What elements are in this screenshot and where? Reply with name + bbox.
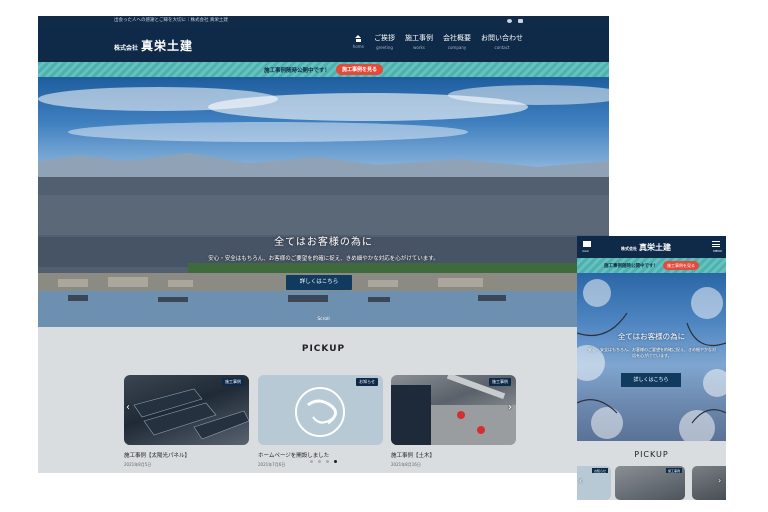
tagline: 出会った人への感謝とご縁を大切に｜株式会社 真栄土建 xyxy=(114,18,228,23)
mobile-announcement-banner: 施工事例随時公開中です！ 施工事例を見る xyxy=(577,258,726,273)
nav-company[interactable]: 会社概要 company xyxy=(443,34,471,50)
site-header: 株式会社 真栄土建 home ご挨拶 greeting 施工事例 works 会… xyxy=(38,26,609,62)
main-nav: home ご挨拶 greeting 施工事例 works 会社概要 compan… xyxy=(353,34,523,50)
mobile-pickup-carousel: お知らせ 施工事例 ‹ › xyxy=(577,466,726,500)
scroll-indicator[interactable]: Scroll xyxy=(38,317,609,322)
nav-works[interactable]: 施工事例 works xyxy=(405,34,433,50)
card-title: 施工事例【太陽光パネル】 xyxy=(124,453,191,459)
mobile-pickup-card[interactable]: 施工事例 xyxy=(615,466,685,500)
hero-section: 全てはお客様の為に 安心・安全はもちろん、お客様のご要望を的確に捉え、きめ細やか… xyxy=(38,77,609,327)
top-bar: 出会った人への感謝とご縁を大切に｜株式会社 真栄土建 xyxy=(38,16,609,26)
desktop-screenshot: 出会った人への感謝とご縁を大切に｜株式会社 真栄土建 株式会社 真栄土建 hom… xyxy=(38,16,609,473)
pickup-card[interactable]: 施工事例 施工事例【太陽光パネル】 2021年8月5日 xyxy=(124,375,249,468)
card-date: 2021年8月5日 xyxy=(124,462,152,467)
mail-icon[interactable] xyxy=(518,19,523,23)
announcement-banner: 施工事例随時公開中です！ 施工事例を見る xyxy=(38,62,609,77)
site-logo[interactable]: 株式会社 真栄土建 xyxy=(114,37,193,54)
carousel-dot[interactable] xyxy=(326,460,329,463)
home-icon xyxy=(354,35,362,42)
mobile-carousel-next-icon[interactable]: › xyxy=(718,476,721,485)
pickup-heading: PICKUP xyxy=(301,344,346,354)
banner-text: 施工事例随時公開中です！ xyxy=(263,67,330,74)
construction-thumbnail: 施工事例 xyxy=(391,375,516,445)
portfolio-mockup: 出会った人への感謝とご縁を大切に｜株式会社 真栄土建 株式会社 真栄土建 hom… xyxy=(0,0,768,512)
pickup-card[interactable]: 施工事例 施工事例【土木】 2021年8月16日 xyxy=(391,375,516,468)
mobile-screenshot: mail 株式会社 真栄土建 MENU 施工事例随時公開中です！ 施工事例を見る xyxy=(577,236,726,500)
mobile-header: mail 株式会社 真栄土建 MENU xyxy=(577,236,726,258)
carousel-prev-icon[interactable]: ‹ xyxy=(126,402,130,413)
carousel-dots xyxy=(310,460,337,463)
gratitude-logo-thumbnail: お知らせ xyxy=(258,375,383,445)
view-works-button[interactable]: 施工事例を見る xyxy=(336,64,384,75)
category-tag: 施工事例 xyxy=(665,468,682,473)
mobile-hero-subtitle: 安心・安全はもちろん、お客様のご要望を的確に捉え、きめ細やかな対応を心がけていま… xyxy=(588,347,716,358)
mobile-view-works-button[interactable]: 施工事例を見る xyxy=(663,261,699,270)
solar-panel-thumbnail: 施工事例 xyxy=(124,375,249,445)
mobile-hero-details-button[interactable]: 詳しくはこちら xyxy=(621,373,681,387)
carousel-dot[interactable] xyxy=(318,460,321,463)
mobile-hero-section: 全てはお客様の為に 安心・安全はもちろん、お客様のご要望を的確に捉え、きめ細やか… xyxy=(577,273,726,441)
card-title: 施工事例【土木】 xyxy=(391,453,436,459)
hamburger-menu-icon[interactable] xyxy=(712,241,720,247)
pickup-card[interactable]: お知らせ ホームページを開設しました 2021年7月6日 xyxy=(258,375,383,468)
carousel-dot-active[interactable] xyxy=(334,460,337,463)
hero-details-button[interactable]: 詳しくはこちら xyxy=(286,275,352,290)
mobile-carousel-prev-icon[interactable]: ‹ xyxy=(579,476,582,485)
card-date: 2021年8月16日 xyxy=(391,462,421,467)
hero-subtitle: 安心・安全はもちろん、お客様のご要望を的確に捉え、きめ細やかな対応を心がけていま… xyxy=(208,256,439,262)
pickup-section: PICKUP 施工事例 施工事例【太陽光パネル】 2021年8月5日 お知らせ … xyxy=(38,327,609,473)
carousel-dot[interactable] xyxy=(310,460,313,463)
mobile-hero-title: 全てはお客様の為に xyxy=(617,332,686,341)
nav-home[interactable]: home xyxy=(353,34,364,50)
category-tag: お知らせ xyxy=(356,378,378,386)
nav-contact[interactable]: お問い合わせ contact xyxy=(481,34,523,50)
mail-icon[interactable] xyxy=(583,241,591,247)
chat-icon[interactable] xyxy=(507,19,512,23)
nav-greeting[interactable]: ご挨拶 greeting xyxy=(374,34,395,50)
hero-title: 全てはお客様の為に xyxy=(274,237,373,248)
category-tag: お知らせ xyxy=(592,468,608,473)
mobile-pickup-heading: PICKUP xyxy=(634,450,669,459)
mobile-site-logo[interactable]: 株式会社 真栄土建 xyxy=(621,242,671,253)
category-tag: 施工事例 xyxy=(489,378,511,386)
category-tag: 施工事例 xyxy=(222,378,244,386)
card-title: ホームページを開設しました xyxy=(258,453,330,459)
carousel-next-icon[interactable]: › xyxy=(508,402,512,413)
